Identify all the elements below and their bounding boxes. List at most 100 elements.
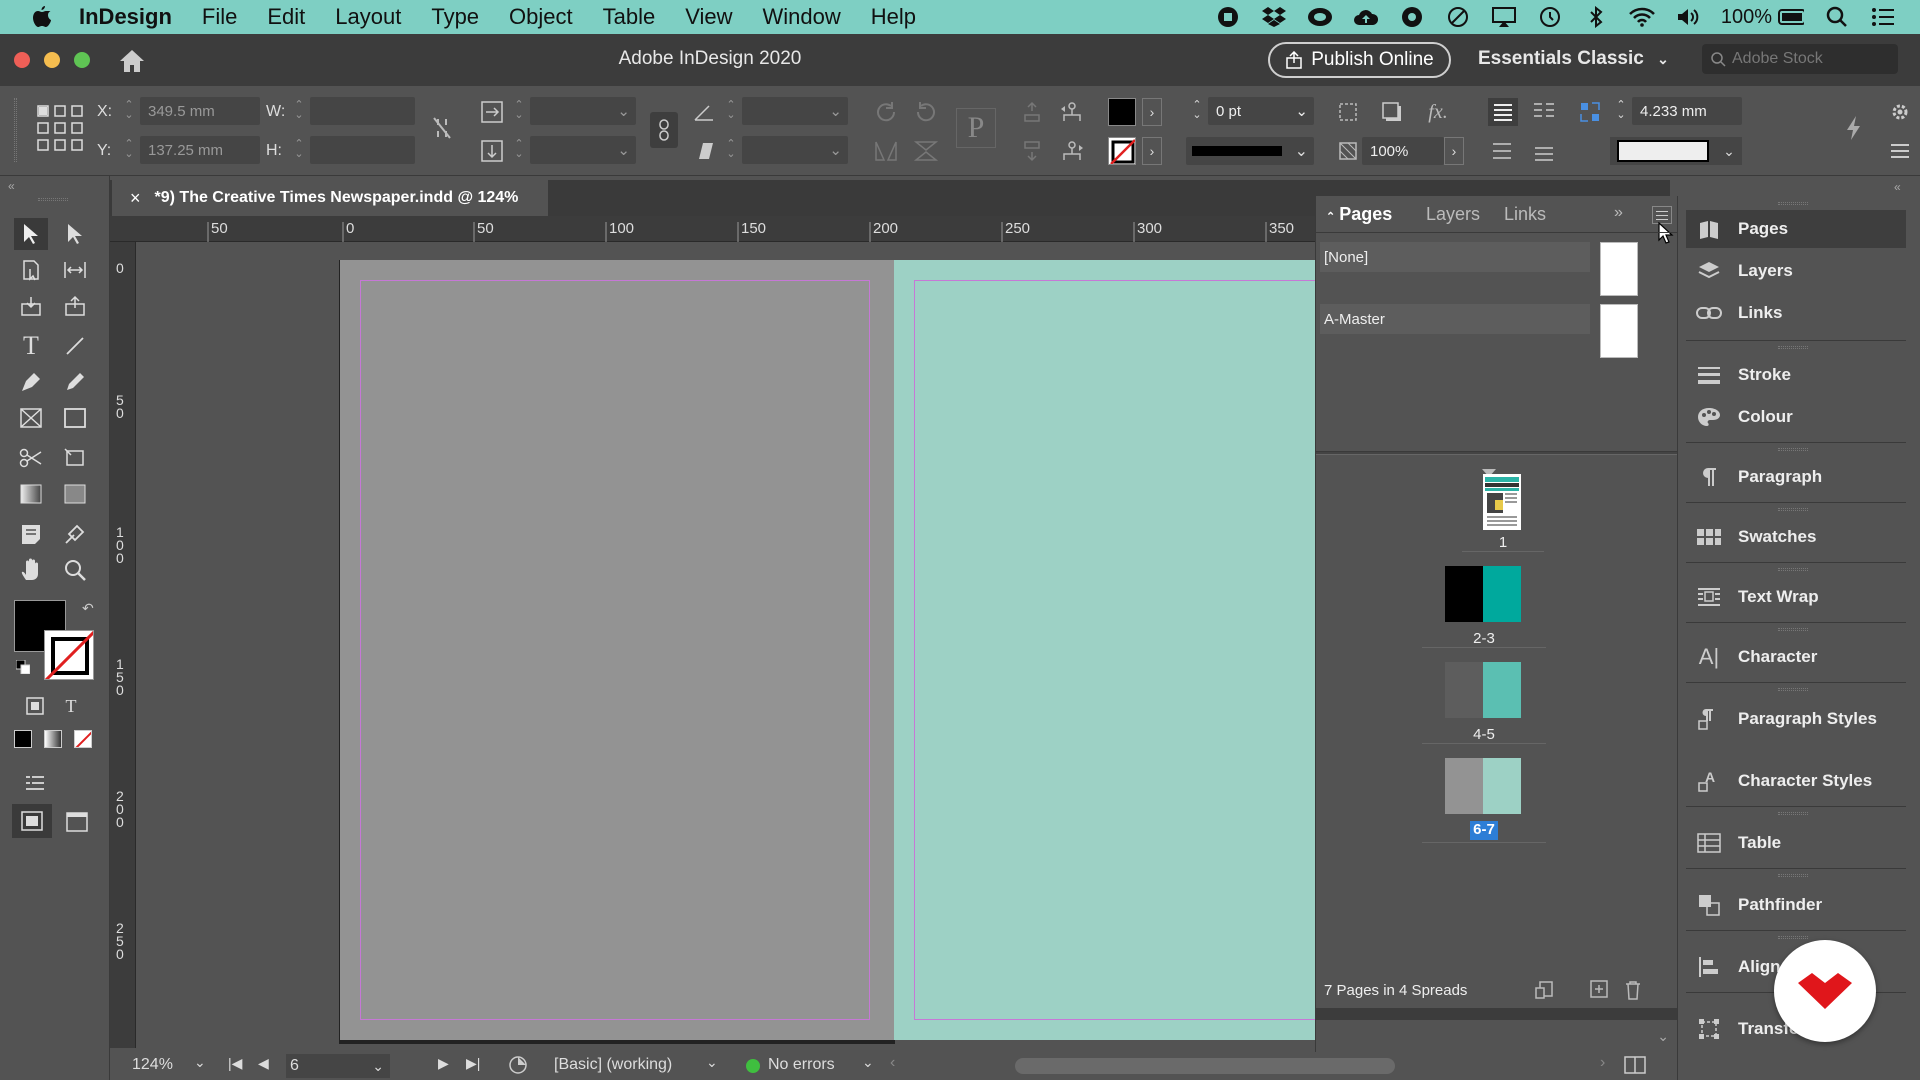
opacity-field[interactable]: 100% bbox=[1362, 137, 1444, 165]
paragraph-p-icon[interactable]: P bbox=[956, 108, 996, 148]
note-tool-icon[interactable] bbox=[14, 518, 48, 550]
zoom-dropdown-chevron-icon[interactable]: ⌄ bbox=[194, 1054, 206, 1071]
opacity-menu-button[interactable]: › bbox=[1444, 137, 1464, 165]
y-position-field[interactable]: 137.25 mm bbox=[140, 136, 260, 164]
vertical-ruler[interactable]: 0 50 100 150 200 250 bbox=[110, 242, 136, 1048]
scale-y-field[interactable]: ⌄ bbox=[530, 136, 636, 164]
stroke-swatch-menu-button[interactable]: › bbox=[1142, 137, 1162, 165]
menu-table[interactable]: Table bbox=[588, 4, 671, 30]
next-page-icon[interactable]: ▶ bbox=[438, 1055, 449, 1072]
direct-selection-tool-icon[interactable] bbox=[58, 218, 92, 250]
formatting-affects-text-icon[interactable]: T bbox=[54, 690, 88, 722]
gap-field[interactable]: 4.233 mm bbox=[1632, 97, 1742, 125]
page-tool-icon[interactable] bbox=[14, 254, 48, 286]
preflight-profile[interactable]: [Basic] (working) bbox=[554, 1056, 672, 1074]
delete-page-icon[interactable] bbox=[1624, 980, 1642, 1005]
new-page-icon[interactable] bbox=[1590, 980, 1608, 1003]
last-page-icon[interactable]: ▶| bbox=[466, 1055, 480, 1072]
menu-object[interactable]: Object bbox=[494, 4, 588, 30]
tools-grip[interactable] bbox=[38, 198, 68, 201]
line-tool-icon[interactable] bbox=[58, 330, 92, 362]
spread-6-7-thumbnail[interactable] bbox=[1445, 758, 1521, 814]
panel-footer-grip[interactable] bbox=[1316, 1008, 1678, 1020]
formatting-affects-container-icon[interactable] bbox=[18, 690, 52, 722]
gap-tool-icon[interactable] bbox=[58, 254, 92, 286]
do-not-disturb-icon[interactable] bbox=[1445, 6, 1471, 28]
page-5-thumbnail[interactable] bbox=[1483, 662, 1521, 718]
publish-online-button[interactable]: Publish Online bbox=[1268, 42, 1451, 78]
expand-dock-icon[interactable]: « bbox=[1894, 180, 1901, 194]
chevron-down-icon[interactable]: ⌄ bbox=[706, 1054, 718, 1071]
apply-none-icon[interactable] bbox=[74, 730, 92, 748]
frame-preset-select[interactable] bbox=[1610, 137, 1716, 165]
page-7-thumbnail[interactable] bbox=[1483, 758, 1521, 814]
preflight-errors[interactable]: No errors bbox=[768, 1056, 835, 1074]
drop-shadow-icon[interactable] bbox=[1378, 98, 1406, 126]
gap-tool-icon[interactable] bbox=[1576, 98, 1604, 126]
rotation-stepper[interactable]: ⌃ ⌄ bbox=[724, 100, 738, 121]
page-4-thumbnail[interactable] bbox=[1445, 662, 1483, 718]
airplay-icon[interactable] bbox=[1491, 6, 1517, 28]
dock-swatches[interactable]: Swatches bbox=[1686, 518, 1906, 556]
dock-character-styles[interactable]: A Character Styles bbox=[1686, 762, 1906, 800]
dock-paragraph-styles[interactable]: Paragraph Styles bbox=[1686, 700, 1906, 738]
notification-center-icon[interactable] bbox=[1870, 6, 1896, 28]
menu-layout[interactable]: Layout bbox=[320, 4, 416, 30]
zoom-level[interactable]: 124% bbox=[132, 1056, 173, 1074]
workspace-switcher[interactable]: Essentials Classic ⌄ bbox=[1478, 48, 1669, 70]
eyedropper-tool-icon[interactable] bbox=[58, 518, 92, 550]
dock-table[interactable]: Table bbox=[1686, 824, 1906, 862]
document-tab[interactable]: × *9) The Creative Times Newspaper.indd … bbox=[112, 180, 548, 216]
page-2-thumbnail[interactable] bbox=[1445, 566, 1483, 622]
master-none[interactable]: [None] bbox=[1320, 242, 1590, 272]
dock-pages[interactable]: Pages bbox=[1686, 210, 1906, 248]
menu-app[interactable]: InDesign bbox=[64, 4, 187, 30]
dock-links[interactable]: Links bbox=[1686, 294, 1906, 332]
horizontal-scrollbar-thumb[interactable] bbox=[1015, 1058, 1395, 1074]
content-collector-icon[interactable] bbox=[14, 290, 48, 322]
select-content-icon[interactable] bbox=[1018, 137, 1046, 165]
flip-horizontal-icon[interactable] bbox=[872, 137, 900, 165]
document-canvas[interactable] bbox=[137, 242, 1315, 1048]
dock-character[interactable]: A| Character bbox=[1686, 638, 1906, 676]
hand-tool-icon[interactable] bbox=[14, 554, 48, 586]
pencil-tool-icon[interactable] bbox=[58, 366, 92, 398]
pen-tool-icon[interactable] bbox=[14, 366, 48, 398]
link-scale-icon[interactable] bbox=[650, 112, 678, 148]
fill-swatch-menu-button[interactable]: › bbox=[1142, 98, 1162, 126]
type-tool-icon[interactable]: T bbox=[14, 330, 48, 362]
volume-icon[interactable] bbox=[1675, 6, 1701, 28]
align-left-icon[interactable] bbox=[1488, 98, 1518, 126]
align-bottom-icon[interactable] bbox=[1530, 137, 1558, 165]
stroke-type-select[interactable]: ⌄ bbox=[1186, 137, 1314, 165]
chevron-down-icon[interactable]: ⌄ bbox=[862, 1054, 874, 1071]
w-stepper[interactable]: ⌃ ⌄ bbox=[292, 100, 306, 121]
scroll-right-icon[interactable]: › bbox=[1600, 1054, 1605, 1072]
toggle-panels-icon[interactable] bbox=[18, 766, 52, 798]
page-6-thumbnail[interactable] bbox=[1445, 758, 1483, 814]
menu-edit[interactable]: Edit bbox=[252, 4, 320, 30]
page-number-field[interactable]: 6 ⌄ bbox=[286, 1054, 390, 1078]
tab-links[interactable]: Links bbox=[1504, 204, 1546, 225]
shear-stepper[interactable]: ⌃ ⌄ bbox=[724, 139, 738, 160]
stroke-weight-field[interactable]: 0 pt ⌄ bbox=[1208, 97, 1314, 125]
scissors-tool-icon[interactable] bbox=[14, 442, 48, 474]
tab-pages[interactable]: ⌃ Pages bbox=[1326, 204, 1392, 225]
rotate-clockwise-icon[interactable] bbox=[872, 98, 900, 126]
master-a-thumbnail[interactable] bbox=[1600, 304, 1638, 358]
y-stepper[interactable]: ⌃ ⌄ bbox=[122, 139, 136, 160]
gradient-feather-tool-icon[interactable] bbox=[58, 478, 92, 510]
creative-cloud-icon[interactable] bbox=[1307, 6, 1333, 28]
default-fill-stroke-icon[interactable] bbox=[15, 659, 31, 679]
dock-stroke[interactable]: Stroke bbox=[1686, 356, 1906, 394]
x-stepper[interactable]: ⌃ ⌄ bbox=[122, 100, 136, 121]
record-icon[interactable] bbox=[1215, 6, 1241, 28]
flip-vertical-icon[interactable] bbox=[912, 137, 940, 165]
gradient-swatch-tool-icon[interactable] bbox=[14, 478, 48, 510]
open-page-icon[interactable] bbox=[508, 1055, 528, 1080]
select-previous-object-icon[interactable] bbox=[1058, 98, 1086, 126]
height-field[interactable] bbox=[310, 136, 415, 164]
dropbox-icon[interactable] bbox=[1261, 6, 1287, 28]
shear-field[interactable]: ⌄ bbox=[742, 136, 848, 164]
menu-view[interactable]: View bbox=[670, 4, 747, 30]
